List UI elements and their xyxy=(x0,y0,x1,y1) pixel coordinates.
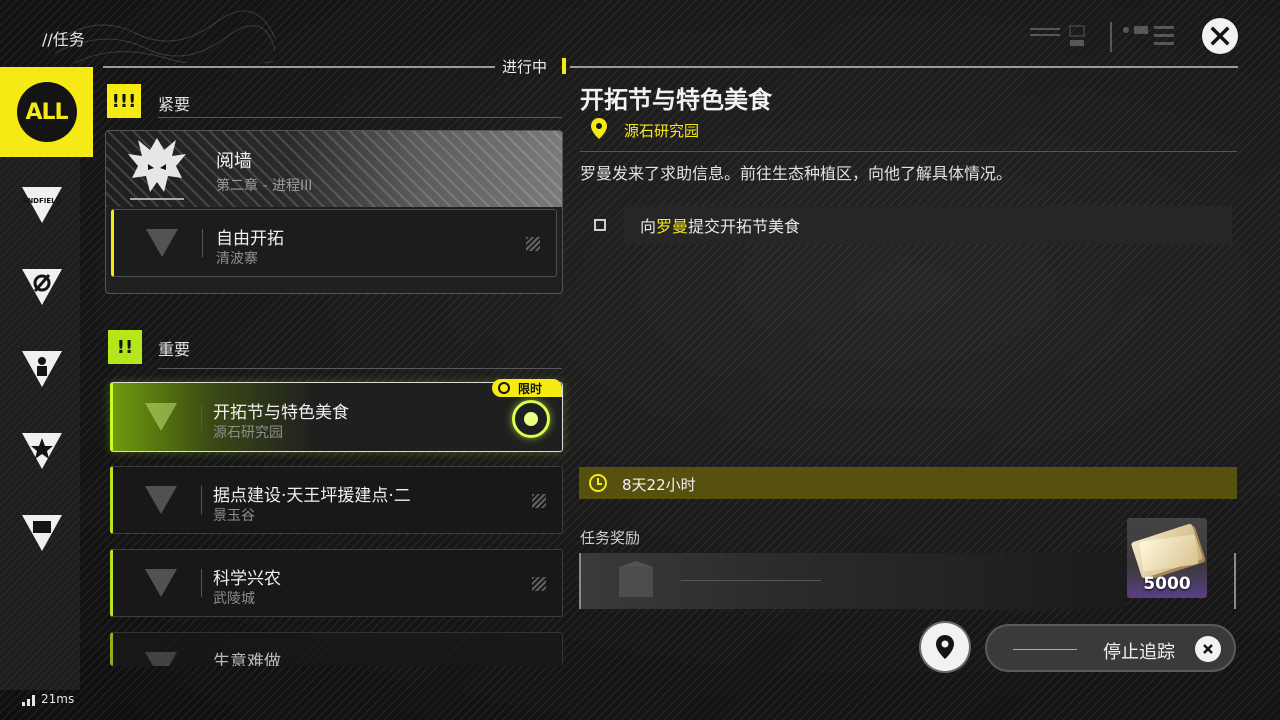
urgent-section-line xyxy=(158,117,562,118)
quest-emblem-icon xyxy=(145,652,177,666)
category-all-tab[interactable]: ALL xyxy=(0,67,93,157)
close-button[interactable] xyxy=(1202,18,1238,54)
close-icon xyxy=(1195,636,1221,662)
urgent-section-title: 紧要 xyxy=(158,95,191,114)
header-divider-left xyxy=(103,66,495,68)
chapter-emblem-icon xyxy=(128,138,186,200)
important-section-title: 重要 xyxy=(158,340,191,359)
row-separator xyxy=(201,486,202,514)
subquest-subtitle: 清波寨 xyxy=(216,251,258,267)
objective-prefix: 向 xyxy=(640,217,657,236)
row-separator xyxy=(201,569,202,597)
time-remaining: 8天22小时 xyxy=(622,476,696,494)
quest-title: 据点建设·天王坪援建点·二 xyxy=(213,486,411,506)
star-icon[interactable] xyxy=(20,429,64,473)
important-section-line xyxy=(158,368,562,369)
limited-time-badge: 限时 xyxy=(492,379,562,397)
stop-tracking-label: 停止追踪 xyxy=(1103,642,1175,663)
map-location-button[interactable] xyxy=(921,623,969,671)
quest-location: 源石研究园 xyxy=(624,122,700,140)
hatch-decoration xyxy=(526,237,540,251)
quest-subtitle: 景玉谷 xyxy=(213,508,255,524)
quest-row[interactable]: 据点建设·天王坪援建点·二 景玉谷 xyxy=(110,466,563,534)
reward-panel xyxy=(579,553,1125,609)
map-pin-icon xyxy=(936,635,954,659)
reward-arrow xyxy=(681,580,821,581)
close-icon xyxy=(1210,26,1230,46)
crate-icon xyxy=(619,561,653,597)
quest-row-partial[interactable]: 生意难做 xyxy=(110,632,563,666)
page-title: //任务 xyxy=(42,30,85,49)
topo-decoration xyxy=(55,10,275,63)
endfield-icon[interactable]: ENDFIELD xyxy=(20,183,64,227)
button-decoration-line xyxy=(1013,649,1077,650)
quest-emblem-icon xyxy=(145,403,177,431)
urgent-badge: !!! xyxy=(107,84,141,118)
subquest-title: 自由开拓 xyxy=(216,229,284,249)
signal-icon xyxy=(22,695,35,706)
row-separator xyxy=(202,229,203,257)
important-badge: !! xyxy=(108,330,142,364)
urgent-subquest-row[interactable]: 自由开拓 清波寨 xyxy=(111,209,557,277)
quest-title: 生意难做 xyxy=(213,652,281,666)
row-separator xyxy=(201,403,202,431)
quest-title: 科学兴农 xyxy=(213,569,281,589)
clock-icon xyxy=(498,382,510,394)
time-remaining-bar: 8天22小时 xyxy=(579,467,1237,499)
clock-icon xyxy=(589,474,607,492)
in-progress-marker xyxy=(562,58,566,74)
objective-checkbox xyxy=(594,219,606,231)
person-icon[interactable] xyxy=(20,347,64,391)
limited-time-label: 限时 xyxy=(518,381,543,396)
quest-objective: 向罗曼 提交开拓节美食 xyxy=(624,206,1232,244)
voucher-icon-front xyxy=(1139,534,1199,572)
urgent-quest-card[interactable]: 阅墙 第二章 - 进程III 自由开拓 清波寨 xyxy=(105,130,563,294)
hatch-decoration xyxy=(532,577,546,591)
latency-value: 21ms xyxy=(41,692,75,706)
quest-emblem-icon xyxy=(145,486,177,514)
svg-text:ENDFIELD: ENDFIELD xyxy=(23,197,62,205)
reward-panel-edge xyxy=(1234,553,1236,609)
network-latency: 21ms xyxy=(22,692,74,706)
location-pin-icon xyxy=(591,118,607,139)
quest-row[interactable]: 科学兴农 武陵城 xyxy=(110,549,563,617)
objective-suffix: 提交开拓节美食 xyxy=(688,217,801,236)
quest-title: 开拓节与特色美食 xyxy=(213,403,349,423)
quest-emblem-icon xyxy=(146,229,178,257)
stop-tracking-button[interactable]: 停止追踪 xyxy=(985,624,1236,672)
tracking-target-icon[interactable] xyxy=(512,400,550,438)
urgent-quest-title: 阅墙 xyxy=(216,151,252,172)
objective-npc: 罗曼 xyxy=(656,217,689,236)
quest-subtitle: 源石研究园 xyxy=(213,425,283,441)
hud-decoration xyxy=(1030,22,1174,52)
header-divider-right xyxy=(570,66,1238,68)
in-progress-label: 进行中 xyxy=(502,58,548,76)
quest-emblem-icon xyxy=(145,569,177,597)
hatch-decoration xyxy=(532,494,546,508)
quest-detail-title: 开拓节与特色美食 xyxy=(580,86,772,114)
category-all-label: ALL xyxy=(16,82,77,142)
reward-quantity: 5000 xyxy=(1143,574,1191,594)
quest-subtitle: 武陵城 xyxy=(213,591,255,607)
building-icon[interactable] xyxy=(20,511,64,555)
quest-description: 罗曼发来了求助信息。前往生态种植区，向他了解具体情况。 xyxy=(580,164,1013,183)
reward-label: 任务奖励 xyxy=(580,529,641,547)
reward-item-voucher[interactable]: 5000 xyxy=(1127,518,1207,598)
urgent-quest-subtitle: 第二章 - 进程III xyxy=(216,178,313,194)
detail-divider xyxy=(580,151,1237,152)
exploration-icon[interactable] xyxy=(20,265,64,309)
